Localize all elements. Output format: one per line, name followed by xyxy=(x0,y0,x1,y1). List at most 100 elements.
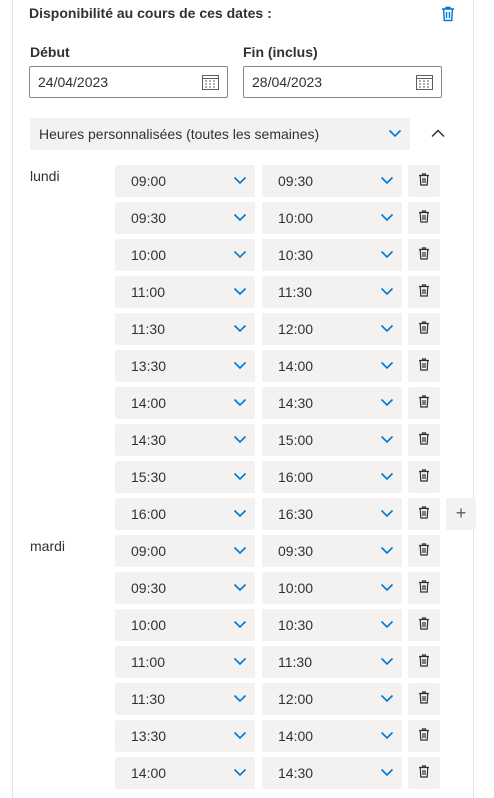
start-time-dropdown[interactable]: 14:00 xyxy=(115,757,255,789)
delete-slot-button[interactable] xyxy=(408,461,440,493)
start-time-dropdown[interactable]: 10:00 xyxy=(115,609,255,641)
end-time-dropdown[interactable]: 10:30 xyxy=(262,239,402,271)
start-time-dropdown[interactable]: 14:00 xyxy=(115,387,255,419)
start-date-value: 24/04/2023 xyxy=(38,74,109,90)
chevron-down-icon xyxy=(380,768,394,777)
trash-icon xyxy=(419,358,429,371)
day-label: lundi xyxy=(30,168,60,184)
start-time-dropdown[interactable]: 13:30 xyxy=(115,350,255,382)
delete-slot-button[interactable] xyxy=(408,572,440,604)
end-time-dropdown[interactable]: 14:30 xyxy=(262,387,402,419)
chevron-down-icon xyxy=(233,324,247,333)
start-time-dropdown[interactable]: 11:30 xyxy=(115,683,255,715)
end-time-dropdown[interactable]: 09:30 xyxy=(262,535,402,567)
end-time-dropdown[interactable]: 14:00 xyxy=(262,350,402,382)
delete-slot-button[interactable] xyxy=(408,276,440,308)
trash-icon xyxy=(419,580,429,593)
end-time-dropdown[interactable]: 16:00 xyxy=(262,461,402,493)
delete-slot-button[interactable] xyxy=(408,387,440,419)
delete-slot-button[interactable] xyxy=(408,424,440,456)
trash-icon xyxy=(419,432,429,445)
delete-slot-button[interactable] xyxy=(408,646,440,678)
delete-slot-button[interactable] xyxy=(408,720,440,752)
collapse-button[interactable] xyxy=(430,126,450,142)
start-time-dropdown[interactable]: 10:00 xyxy=(115,239,255,271)
end-time-dropdown[interactable]: 14:00 xyxy=(262,720,402,752)
start-time-dropdown[interactable]: 09:30 xyxy=(115,572,255,604)
chevron-down-icon xyxy=(380,361,394,370)
delete-slot-button[interactable] xyxy=(408,202,440,234)
end-time-dropdown[interactable]: 10:00 xyxy=(262,202,402,234)
end-time-value: 10:30 xyxy=(278,617,314,633)
chevron-down-icon xyxy=(380,287,394,296)
delete-availability-button[interactable] xyxy=(438,4,458,24)
trash-icon xyxy=(419,247,429,260)
end-time-value: 12:00 xyxy=(278,691,314,707)
start-time-dropdown[interactable]: 09:00 xyxy=(115,535,255,567)
start-time-value: 16:00 xyxy=(131,506,167,522)
trash-icon xyxy=(419,728,429,741)
trash-icon xyxy=(419,284,429,297)
end-time-dropdown[interactable]: 12:00 xyxy=(262,683,402,715)
trash-icon xyxy=(419,654,429,667)
start-time-dropdown[interactable]: 11:30 xyxy=(115,313,255,345)
chevron-down-icon xyxy=(233,176,247,185)
end-time-dropdown[interactable]: 10:30 xyxy=(262,609,402,641)
end-time-value: 10:30 xyxy=(278,247,314,263)
end-time-dropdown[interactable]: 16:30 xyxy=(262,498,402,530)
delete-slot-button[interactable] xyxy=(408,239,440,271)
start-time-dropdown[interactable]: 14:30 xyxy=(115,424,255,456)
chevron-down-icon xyxy=(380,472,394,481)
end-date-field[interactable]: 28/04/2023 xyxy=(243,66,442,98)
delete-slot-button[interactable] xyxy=(408,313,440,345)
end-time-dropdown[interactable]: 11:30 xyxy=(262,646,402,678)
chevron-down-icon xyxy=(380,620,394,629)
start-time-value: 14:00 xyxy=(131,395,167,411)
end-time-value: 10:00 xyxy=(278,580,314,596)
start-date-field[interactable]: 24/04/2023 xyxy=(29,66,228,98)
trash-icon xyxy=(419,469,429,482)
start-time-dropdown[interactable]: 09:00 xyxy=(115,165,255,197)
start-time-dropdown[interactable]: 13:30 xyxy=(115,720,255,752)
delete-slot-button[interactable] xyxy=(408,683,440,715)
trash-icon xyxy=(419,173,429,186)
start-time-dropdown[interactable]: 15:30 xyxy=(115,461,255,493)
chevron-down-icon xyxy=(380,398,394,407)
delete-slot-button[interactable] xyxy=(408,535,440,567)
end-time-dropdown[interactable]: 10:00 xyxy=(262,572,402,604)
start-time-dropdown[interactable]: 16:00 xyxy=(115,498,255,530)
end-date-value: 28/04/2023 xyxy=(252,74,323,90)
trash-icon xyxy=(419,691,429,704)
calendar-icon[interactable] xyxy=(416,74,433,90)
start-time-dropdown[interactable]: 09:30 xyxy=(115,202,255,234)
trash-icon xyxy=(419,395,429,408)
delete-slot-button[interactable] xyxy=(408,350,440,382)
recurrence-value: Heures personnalisées (toutes les semain… xyxy=(39,126,320,142)
recurrence-dropdown[interactable]: Heures personnalisées (toutes les semain… xyxy=(30,118,410,150)
trash-icon xyxy=(419,321,429,334)
delete-slot-button[interactable] xyxy=(408,165,440,197)
trash-icon xyxy=(419,543,429,556)
chevron-down-icon xyxy=(233,620,247,629)
delete-slot-button[interactable] xyxy=(408,609,440,641)
calendar-icon[interactable] xyxy=(202,74,219,90)
availability-title: Disponibilité au cours de ces dates : xyxy=(29,5,272,21)
end-time-dropdown[interactable]: 12:00 xyxy=(262,313,402,345)
end-time-value: 16:00 xyxy=(278,469,314,485)
chevron-down-icon xyxy=(233,287,247,296)
chevron-down-icon xyxy=(380,546,394,555)
chevron-down-icon xyxy=(380,213,394,222)
delete-slot-button[interactable] xyxy=(408,498,440,530)
start-time-dropdown[interactable]: 11:00 xyxy=(115,276,255,308)
delete-slot-button[interactable] xyxy=(408,757,440,789)
end-time-dropdown[interactable]: 11:30 xyxy=(262,276,402,308)
end-time-dropdown[interactable]: 15:00 xyxy=(262,424,402,456)
end-time-dropdown[interactable]: 09:30 xyxy=(262,165,402,197)
start-time-value: 09:30 xyxy=(131,210,167,226)
end-time-dropdown[interactable]: 14:30 xyxy=(262,757,402,789)
add-slot-button[interactable]: + xyxy=(446,498,476,530)
end-time-value: 14:00 xyxy=(278,728,314,744)
start-time-dropdown[interactable]: 11:00 xyxy=(115,646,255,678)
trash-icon xyxy=(419,506,429,519)
start-time-value: 11:00 xyxy=(131,654,165,670)
